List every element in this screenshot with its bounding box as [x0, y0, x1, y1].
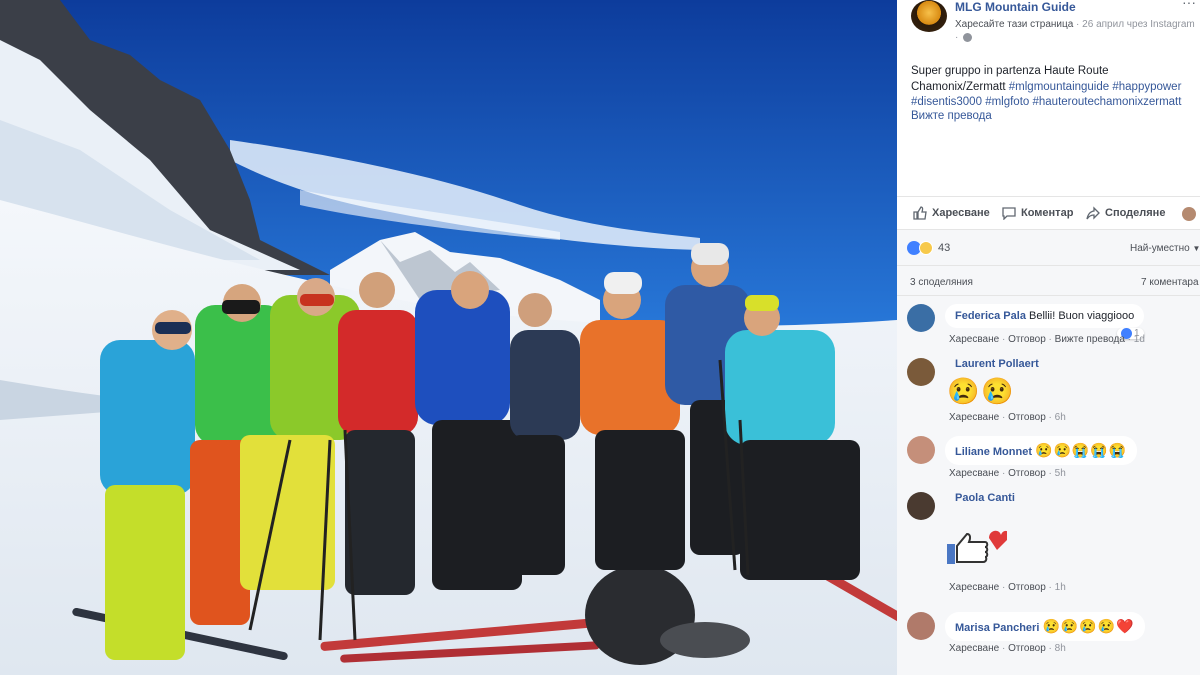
- comment-like-link[interactable]: Харесване: [949, 468, 999, 479]
- comment-emoji: 😢😢: [947, 376, 1016, 406]
- like-button-label: Харесване: [932, 207, 990, 219]
- commenter-name[interactable]: Federica Pala: [955, 310, 1026, 322]
- comment-like-link[interactable]: Харесване: [949, 412, 999, 423]
- reactions-bar: 43 Най-уместно ▼: [897, 230, 1200, 266]
- comment-like-link[interactable]: Харесване: [949, 643, 999, 654]
- comment-bubble: Paola Canti: [945, 492, 1025, 504]
- comment-emoji: 😢😢😢😢❤️: [1042, 618, 1135, 634]
- comment-actions: Харесване · Отговор · Вижте превода · 1d: [949, 334, 1145, 345]
- commenter-name[interactable]: Liliane Monnet: [955, 446, 1032, 458]
- sort-label: Най-уместно: [1130, 243, 1190, 254]
- post-meta: Харесайте тази страница · 26 април чрез …: [955, 19, 1195, 30]
- comment-actions: Харесване · Отговор · 5h: [949, 468, 1066, 479]
- sad-reaction-icon[interactable]: [919, 241, 933, 255]
- comment-time: 8h: [1054, 643, 1066, 654]
- commenter-name[interactable]: Laurent Pollaert: [955, 358, 1039, 370]
- hashtag-link[interactable]: #disentis3000: [911, 96, 982, 108]
- shares-row: 3 споделяния 7 коментара: [897, 266, 1200, 296]
- comment-actions: Харесване · Отговор · 1h: [949, 582, 1066, 593]
- comment-item: Federica Pala Bellii! Buon viaggiooo 1 Х…: [907, 304, 1197, 350]
- meta-separator: ·: [955, 32, 959, 43]
- more-options-icon[interactable]: ···: [1182, 0, 1196, 10]
- comment-time: 1h: [1054, 582, 1066, 593]
- comment-bubble: Federica Pala Bellii! Buon viaggiooo: [945, 304, 1145, 328]
- globe-icon: [963, 33, 972, 42]
- see-translation-link[interactable]: Вижте превода: [911, 110, 992, 122]
- page-name-link[interactable]: MLG Mountain Guide: [955, 0, 1076, 14]
- page-avatar[interactable]: [911, 0, 947, 32]
- comment-like-link[interactable]: Харесване: [949, 582, 999, 593]
- comment-icon: [1002, 207, 1016, 220]
- shares-count-link[interactable]: 3 споделяния: [910, 277, 973, 288]
- commenter-avatar[interactable]: [907, 358, 935, 386]
- chevron-down-icon: ▼: [1192, 244, 1200, 253]
- comment-text: Bellii! Buon viaggiooo: [1029, 310, 1135, 322]
- comment-time: 1d: [1133, 334, 1145, 345]
- comment-bubble: Marisa Pancheri 😢😢😢😢❤️: [945, 612, 1145, 641]
- mountain-group-photo: [0, 0, 897, 675]
- comment-actions: Харесване · Отговор · 6h: [949, 412, 1066, 423]
- comment-actions: Харесване · Отговор · 8h: [949, 643, 1066, 654]
- commenter-avatar[interactable]: [907, 492, 935, 520]
- comment-item: Marisa Pancheri 😢😢😢😢❤️ Харесване · Отгов…: [907, 612, 1197, 658]
- hashtag-link[interactable]: #mlgmountainguide: [1009, 81, 1109, 93]
- comment-time: 5h: [1054, 468, 1066, 479]
- comments-list: Federica Pala Bellii! Buon viaggiooo 1 Х…: [897, 296, 1200, 675]
- hashtag-link[interactable]: #mlgfoto: [985, 96, 1029, 108]
- like-heart-sticker-icon: [947, 530, 1007, 564]
- commenter-avatar[interactable]: [907, 612, 935, 640]
- comment-bubble: Laurent Pollaert: [945, 358, 1049, 370]
- post-caption: Super gruppo in partenza Haute Route Cha…: [911, 64, 1196, 111]
- thumbs-up-icon: [913, 206, 927, 220]
- like-page-link[interactable]: Харесайте тази страница: [955, 19, 1073, 30]
- comment-sort-dropdown[interactable]: Най-уместно ▼: [1130, 243, 1200, 254]
- comment-bubble: Liliane Monnet 😢😢😭😭😭: [945, 436, 1138, 465]
- share-button-label: Споделяне: [1105, 207, 1166, 219]
- hashtag-link[interactable]: #hauteroutechamonixzermatt: [1033, 96, 1182, 108]
- hashtag-link[interactable]: #happypower: [1112, 81, 1181, 93]
- comment-time: 6h: [1054, 412, 1066, 423]
- comment-reply-link[interactable]: Отговор: [1008, 412, 1046, 423]
- post-photo[interactable]: [0, 0, 897, 675]
- share-arrow-icon: [1086, 206, 1100, 220]
- comments-count-link[interactable]: 7 коментара: [1141, 277, 1199, 288]
- comment-item: Liliane Monnet 😢😢😭😭😭 Харесване · Отговор…: [907, 436, 1197, 482]
- comment-button[interactable]: Коментар: [1002, 206, 1073, 220]
- commenter-avatar[interactable]: [907, 304, 935, 332]
- comment-button-label: Коментар: [1021, 207, 1074, 219]
- post-action-bar: Харесване Коментар Споделяне: [897, 196, 1200, 230]
- reaction-count[interactable]: 43: [938, 242, 950, 254]
- like-button[interactable]: Харесване: [913, 206, 990, 220]
- commenter-avatar[interactable]: [907, 436, 935, 464]
- comment-reply-link[interactable]: Отговор: [1008, 643, 1046, 654]
- comment-see-translation-link[interactable]: Вижте превода: [1055, 334, 1125, 345]
- comment-reply-link[interactable]: Отговор: [1008, 334, 1046, 345]
- comment-item: Laurent Pollaert 😢😢 Харесване · Отговор …: [907, 358, 1197, 428]
- comment-emoji: 😢😢😭😭😭: [1035, 442, 1128, 458]
- post-header: MLG Mountain Guide ··· Харесайте тази ст…: [897, 0, 1200, 50]
- commenter-name[interactable]: Marisa Pancheri: [955, 622, 1039, 634]
- viewer-avatar[interactable]: [1182, 207, 1196, 221]
- commenter-name[interactable]: Paola Canti: [955, 492, 1015, 504]
- comment-like-link[interactable]: Харесване: [949, 334, 999, 345]
- comment-reply-link[interactable]: Отговор: [1008, 468, 1046, 479]
- post-side-panel: MLG Mountain Guide ··· Харесайте тази ст…: [897, 0, 1200, 675]
- comment-reply-link[interactable]: Отговор: [1008, 582, 1046, 593]
- comment-item: Paola Canti Харесване · Отговор · 1h: [907, 492, 1197, 602]
- post-date-source: · 26 април чрез Instagram: [1073, 19, 1195, 30]
- share-button[interactable]: Споделяне: [1086, 206, 1165, 220]
